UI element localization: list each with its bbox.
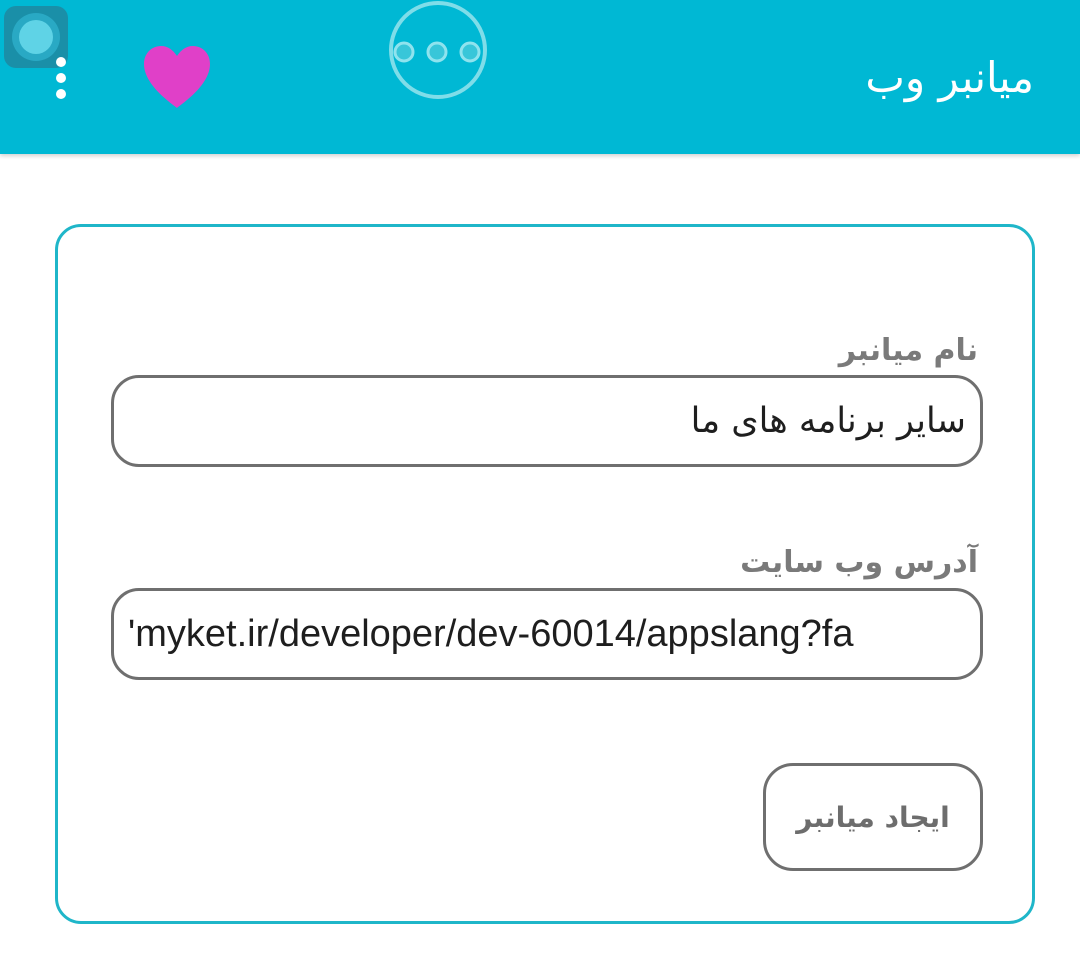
website-address-label: آدرس وب سایت — [740, 545, 978, 580]
website-address-input[interactable] — [111, 588, 983, 680]
shortcut-form-card: نام میانبر آدرس وب سایت ایجاد میانبر — [55, 224, 1035, 924]
shortcut-name-input[interactable] — [111, 375, 983, 467]
more-horizontal-icon[interactable] — [386, 0, 490, 104]
shortcut-name-label: نام میانبر — [838, 333, 978, 368]
heart-icon[interactable] — [140, 44, 214, 110]
create-shortcut-button[interactable]: ایجاد میانبر — [763, 763, 983, 871]
overflow-menu-icon[interactable] — [36, 52, 86, 104]
app-bar: میانبر وب — [0, 0, 1080, 154]
page-title: میانبر وب — [865, 53, 1034, 102]
